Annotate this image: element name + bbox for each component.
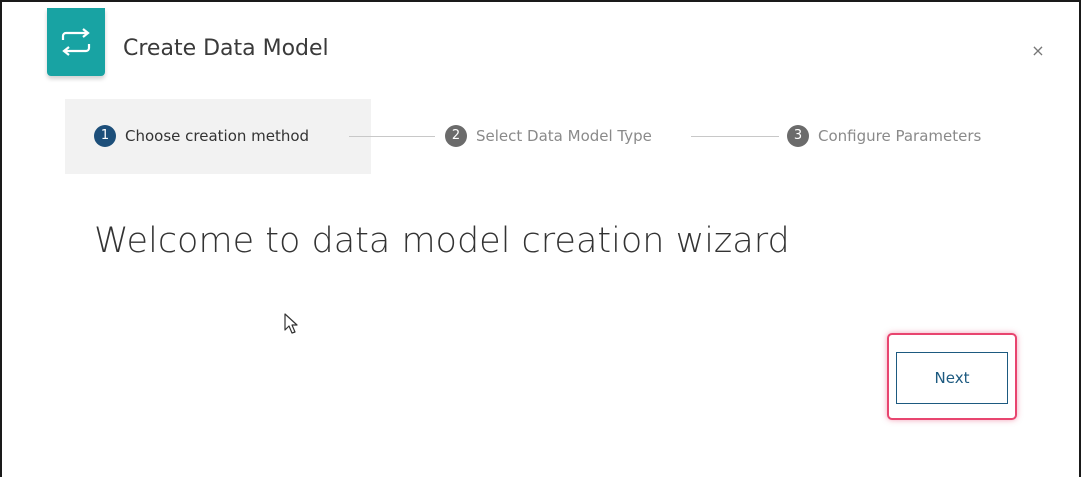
next-button[interactable]: Next — [896, 352, 1008, 404]
mouse-cursor-icon — [284, 313, 298, 334]
wizard-stepper: 1 Choose creation method 2 Select Data M… — [65, 99, 1025, 174]
step-number-badge: 2 — [445, 125, 467, 147]
step-number-badge: 3 — [787, 125, 809, 147]
create-data-model-dialog: Create Data Model × 1 Choose creation me… — [0, 0, 1081, 477]
step-number-badge: 1 — [94, 125, 116, 147]
step-choose-creation-method[interactable]: 1 Choose creation method — [94, 124, 309, 148]
close-icon[interactable]: × — [1029, 42, 1047, 60]
welcome-heading: Welcome to data model creation wizard — [94, 221, 790, 261]
step-connector — [691, 136, 779, 137]
step-configure-parameters[interactable]: 3 Configure Parameters — [787, 124, 981, 148]
step-connector — [349, 136, 435, 137]
step-label: Select Data Model Type — [476, 127, 652, 145]
sync-arrows-icon — [47, 8, 105, 76]
step-label: Configure Parameters — [818, 127, 982, 145]
dialog-title: Create Data Model — [123, 36, 329, 61]
step-label: Choose creation method — [125, 127, 310, 145]
step-select-data-model-type[interactable]: 2 Select Data Model Type — [445, 124, 652, 148]
